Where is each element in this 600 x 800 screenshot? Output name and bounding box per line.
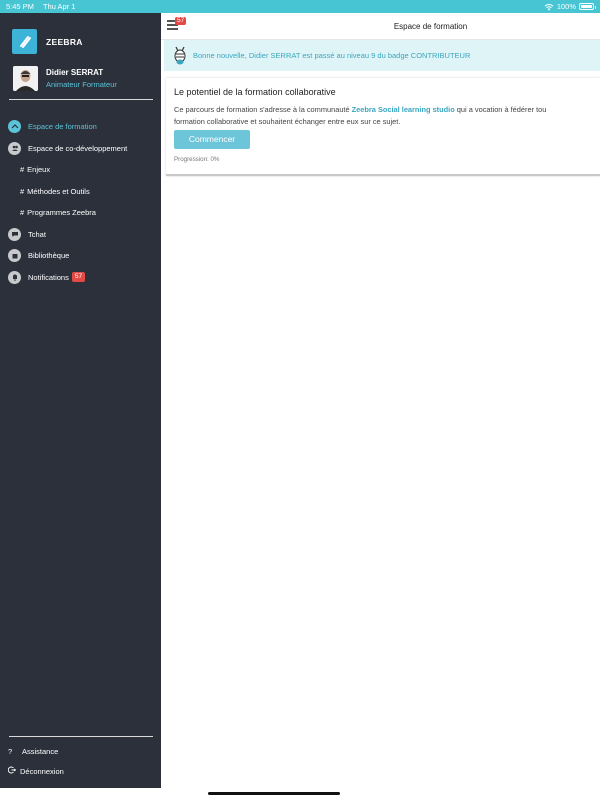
wifi-icon: [544, 3, 554, 10]
progress-label: Progression: 0%: [174, 156, 220, 163]
page-title: Espace de formation: [393, 22, 468, 31]
sidebar-item-bibliotheque[interactable]: Bibliothèque: [0, 245, 161, 267]
sidebar-item-programmes-zeebra[interactable]: # Programmes Zeebra: [0, 202, 161, 224]
group-icon: [8, 141, 21, 155]
logout-label: Déconnexion: [20, 766, 64, 776]
sidebar-item-label: Bibliothèque: [28, 251, 70, 261]
community-link[interactable]: Zeebra Social learning studio: [352, 105, 455, 114]
notification-badge: 57: [71, 272, 86, 283]
desc-text: Ce parcours de formation s'adresse à la …: [174, 105, 352, 114]
assistance-link[interactable]: ? Assistance: [0, 741, 161, 761]
zeebra-logo-icon: [12, 29, 37, 54]
hash-icon: #: [20, 165, 25, 175]
assistance-label: Assistance: [22, 746, 59, 756]
logout-link[interactable]: Déconnexion: [0, 761, 161, 781]
notice-text: Bonne nouvelle, Didier SERRAT est passé …: [193, 51, 471, 60]
avatar: [13, 66, 38, 91]
chat-icon: [8, 227, 21, 241]
course-card[interactable]: Le potentiel de la formation collaborati…: [166, 78, 600, 176]
training-icon: [8, 120, 21, 134]
course-description: Ce parcours de formation s'adresse à la …: [174, 104, 600, 128]
sidebar-item-methodes-outils[interactable]: # Méthodes et Outils: [0, 181, 161, 203]
badge-notice-banner: Bonne nouvelle, Didier SERRAT est passé …: [164, 40, 600, 71]
status-date: Thu Apr 1: [42, 2, 76, 11]
hash-icon: #: [20, 208, 25, 218]
zebra-mascot-icon: [174, 46, 186, 64]
sidebar-nav: Espace de formation Espace de co-dévelop…: [0, 116, 161, 288]
status-bar: 5:45 PM Thu Apr 1 100%: [0, 0, 600, 13]
battery-percent: 100%: [556, 2, 576, 11]
sidebar-item-co-developpement[interactable]: Espace de co-développement: [0, 138, 161, 160]
sidebar-item-label: Tchat: [28, 229, 46, 239]
brand-name: ZEEBRA: [46, 36, 83, 47]
sidebar-bottom: ? Assistance Déconnexion: [0, 736, 161, 781]
sidebar-item-tchat[interactable]: Tchat: [0, 224, 161, 246]
help-icon: ?: [8, 746, 13, 756]
sidebar-item-notifications[interactable]: Notifications 57: [0, 267, 161, 289]
user-profile[interactable]: Didier SERRAT Animateur Formateur: [13, 66, 117, 91]
bell-icon: [8, 270, 21, 284]
sidebar-item-label: Enjeux: [27, 165, 51, 175]
battery-icon: [579, 3, 596, 10]
hash-icon: #: [20, 186, 25, 196]
library-icon: [8, 249, 21, 263]
brand[interactable]: ZEEBRA: [12, 29, 83, 54]
desc-text: qui a vocation à fédérer tou: [454, 105, 547, 114]
start-button[interactable]: Commencer: [174, 130, 250, 149]
sidebar-item-label: Espace de co-développement: [28, 143, 128, 153]
sidebar-item-label: Méthodes et Outils: [27, 186, 90, 196]
divider: [9, 99, 153, 100]
sidebar-item-label: Programmes Zeebra: [27, 208, 96, 218]
desc-text-line2: formation collaborative et souhaitent éc…: [174, 117, 401, 126]
home-indicator[interactable]: [208, 792, 340, 795]
user-role: Animateur Formateur: [46, 80, 117, 89]
logout-icon: [7, 766, 20, 776]
sidebar: ZEEBRA Didier SERRAT Animateur Formateur…: [0, 13, 161, 788]
sidebar-item-enjeux[interactable]: # Enjeux: [0, 159, 161, 181]
status-time: 5:45 PM: [6, 2, 34, 11]
top-bar: 57 Espace de formation: [161, 13, 600, 40]
sidebar-item-espace-formation[interactable]: Espace de formation: [0, 116, 161, 138]
user-name: Didier SERRAT: [46, 68, 104, 77]
course-title: Le potentiel de la formation collaborati…: [174, 87, 336, 97]
sidebar-item-label: Notifications: [28, 272, 69, 282]
sidebar-item-label: Espace de formation: [28, 122, 97, 132]
